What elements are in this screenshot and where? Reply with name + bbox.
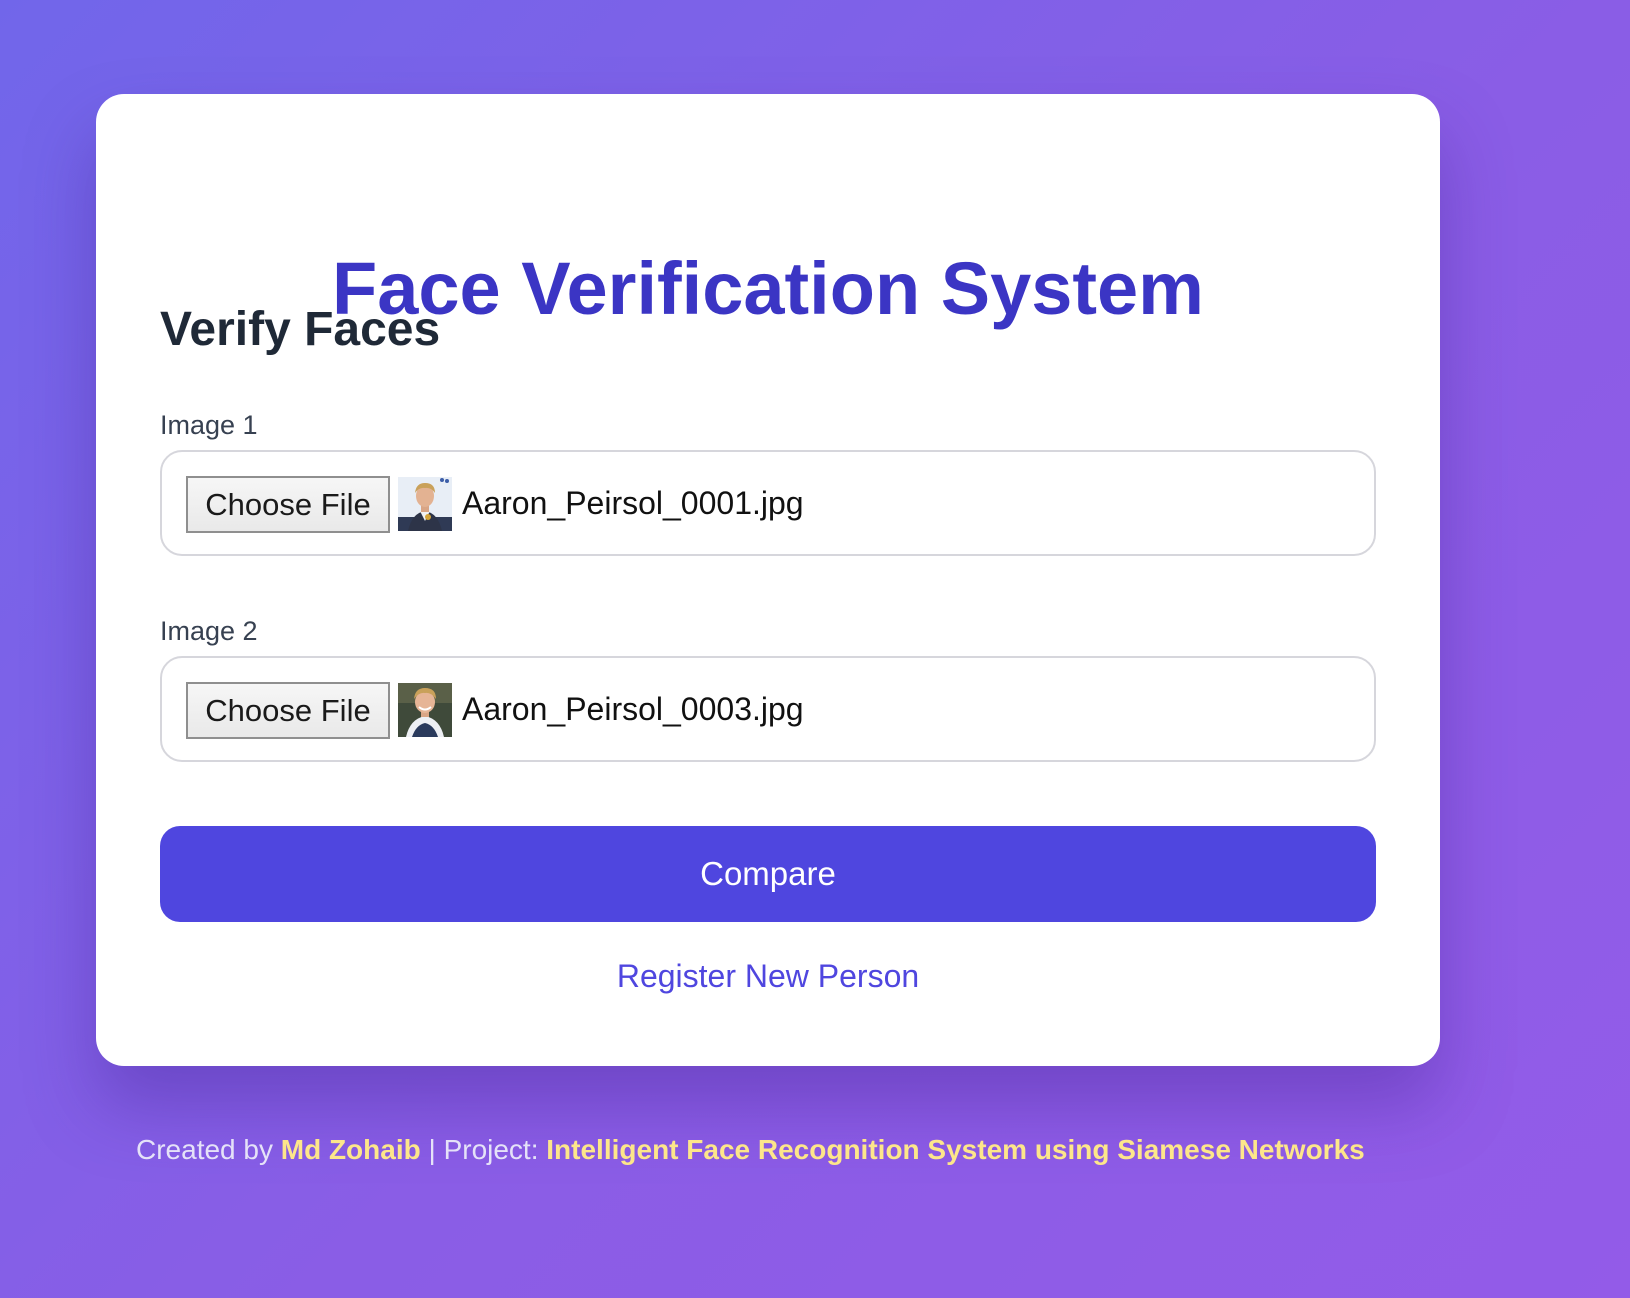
image1-thumbnail — [398, 477, 452, 531]
footer: Created by Md Zohaib | Project: Intellig… — [136, 1136, 1365, 1164]
section-heading: Verify Faces — [160, 303, 441, 356]
register-link-container: Register New Person — [96, 960, 1440, 992]
image1-choose-file-button[interactable]: Choose File — [186, 476, 390, 533]
compare-button[interactable]: Compare — [160, 826, 1376, 922]
image2-thumbnail — [398, 683, 452, 737]
image2-choose-file-button[interactable]: Choose File — [186, 682, 390, 739]
image2-label: Image 2 — [160, 616, 258, 646]
footer-created-by: Created by — [136, 1134, 281, 1165]
image1-label: Image 1 — [160, 410, 258, 440]
image2-file-name: Aaron_Peirsol_0003.jpg — [462, 691, 804, 727]
footer-project-name: Intelligent Face Recognition System usin… — [546, 1134, 1365, 1165]
verification-card: Face Verification System Verify Faces Im… — [96, 94, 1440, 1066]
image2-file-input[interactable]: Choose File Aaron_Peirsol_0003.jpg — [160, 656, 1376, 762]
image1-file-name: Aaron_Peirsol_0001.jpg — [462, 485, 804, 521]
footer-project-prefix: | Project: — [420, 1134, 547, 1165]
image1-file-input[interactable]: Choose File Aaron_Peirsol_0001.jpg — [160, 450, 1376, 556]
register-new-person-link[interactable]: Register New Person — [617, 958, 919, 994]
footer-author: Md Zohaib — [280, 1134, 421, 1165]
